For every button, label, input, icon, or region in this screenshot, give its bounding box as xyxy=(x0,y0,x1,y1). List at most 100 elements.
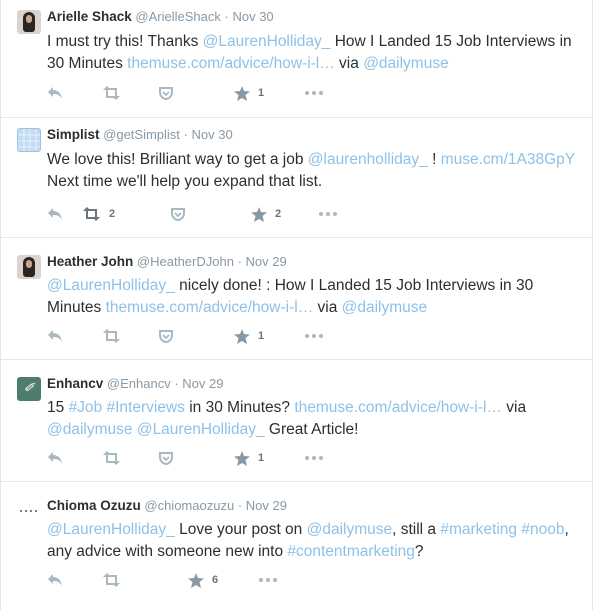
tweet-text-segment: We love this! Brilliant way to get a job xyxy=(47,151,308,168)
favorite-count: 1 xyxy=(258,87,265,99)
tweet-text-segment: via xyxy=(313,299,342,316)
retweet-icon xyxy=(102,86,121,100)
separator: · xyxy=(224,9,229,24)
star-icon xyxy=(251,206,267,222)
mention-link[interactable]: @LaurenHolliday_ xyxy=(137,421,265,438)
retweet-icon xyxy=(102,329,121,343)
tweet-text-segment: ! xyxy=(427,151,441,168)
avatar[interactable] xyxy=(17,255,41,279)
author-name[interactable]: Chioma Ozuzu xyxy=(47,498,141,513)
pocket-button[interactable] xyxy=(159,449,173,467)
retweet-button[interactable] xyxy=(102,449,129,467)
retweet-button[interactable] xyxy=(102,327,129,345)
tweet-text: We love this! Brilliant way to get a job… xyxy=(47,149,580,193)
mention-link[interactable]: @dailymuse xyxy=(342,299,428,316)
tweet-timeline: Arielle Shack @ArielleShack · Nov 30 I m… xyxy=(0,0,593,610)
mention-link[interactable]: @laurenholliday_ xyxy=(308,151,428,168)
tweet-item[interactable]: ✐ Enhancv @Enhancv · Nov 29 15 #Job #Int… xyxy=(1,360,592,482)
retweet-button[interactable]: 2 xyxy=(82,205,115,223)
retweet-button[interactable] xyxy=(102,84,129,102)
more-button[interactable] xyxy=(259,571,277,589)
pocket-icon xyxy=(159,451,173,465)
retweet-icon xyxy=(102,573,121,587)
star-icon xyxy=(188,572,204,588)
author-name[interactable]: Simplist xyxy=(47,127,100,142)
retweet-button[interactable] xyxy=(102,571,129,589)
favorite-count: 6 xyxy=(212,574,219,586)
author-handle[interactable]: @getSimplist xyxy=(103,127,180,142)
more-button[interactable] xyxy=(305,449,323,467)
favorite-count: 1 xyxy=(258,330,265,342)
link-link[interactable]: themuse.com/advice/how-i-l… xyxy=(106,299,314,316)
favorite-button[interactable]: 1 xyxy=(234,327,264,345)
tweet-item[interactable]: Simplist @getSimplist · Nov 30 We love t… xyxy=(1,118,592,238)
author-name[interactable]: Enhancv xyxy=(47,376,103,391)
tweet-header: Arielle Shack @ArielleShack · Nov 30 xyxy=(47,9,274,25)
pocket-icon xyxy=(159,329,173,343)
favorite-button[interactable]: 1 xyxy=(234,449,264,467)
tweet-timestamp[interactable]: Nov 30 xyxy=(192,127,233,142)
favorite-button[interactable]: 1 xyxy=(234,84,264,102)
favorite-button[interactable]: 6 xyxy=(188,571,218,589)
reply-button[interactable] xyxy=(47,84,63,102)
author-handle[interactable]: @ArielleShack xyxy=(135,9,220,24)
reply-button[interactable] xyxy=(47,205,63,223)
favorite-button[interactable]: 2 xyxy=(251,205,281,223)
author-handle[interactable]: @Enhancv xyxy=(107,376,171,391)
avatar[interactable] xyxy=(17,128,41,152)
mention-link[interactable]: @dailymuse xyxy=(47,421,133,438)
avatar[interactable] xyxy=(17,499,41,523)
reply-button[interactable] xyxy=(47,571,63,589)
tweet-header: Heather John @HeatherDJohn · Nov 29 xyxy=(47,254,287,270)
tweet-text-segment: Love your post on xyxy=(174,521,307,538)
avatar[interactable]: ✐ xyxy=(17,377,41,401)
tweet-text-segment: I must try this! Thanks xyxy=(47,33,203,50)
more-icon xyxy=(259,578,277,582)
pocket-button[interactable] xyxy=(159,84,173,102)
tweet-item[interactable]: Chioma Ozuzu @chiomaozuzu · Nov 29 @Laur… xyxy=(1,482,592,610)
tweet-timestamp[interactable]: Nov 29 xyxy=(246,498,287,513)
reply-button[interactable] xyxy=(47,327,63,345)
more-icon xyxy=(319,212,337,216)
tweet-header: Enhancv @Enhancv · Nov 29 xyxy=(47,376,224,392)
tweet-item[interactable]: Arielle Shack @ArielleShack · Nov 30 I m… xyxy=(1,0,592,118)
mention-link[interactable]: @dailymuse xyxy=(307,521,393,538)
hashtag-link[interactable]: #Job xyxy=(69,399,103,416)
mention-link[interactable]: @LaurenHolliday_ xyxy=(47,277,175,294)
link-link[interactable]: muse.cm/1A38GpY xyxy=(441,151,575,168)
pocket-button[interactable] xyxy=(159,327,173,345)
tweet-text: 15 #Job #Interviews in 30 Minutes? themu… xyxy=(47,397,580,441)
tweet-text-segment: via xyxy=(501,399,527,416)
star-icon xyxy=(234,328,250,344)
more-button[interactable] xyxy=(305,84,323,102)
tweet-item[interactable]: Heather John @HeatherDJohn · Nov 29 @Lau… xyxy=(1,238,592,360)
author-handle[interactable]: @HeatherDJohn xyxy=(137,254,234,269)
hashtag-link[interactable]: #Interviews xyxy=(107,399,185,416)
tweet-text-segment: 15 xyxy=(47,399,69,416)
tweet-timestamp[interactable]: Nov 30 xyxy=(232,9,273,24)
tweet-timestamp[interactable]: Nov 29 xyxy=(182,376,223,391)
hashtag-link[interactable]: #noob xyxy=(521,521,564,538)
more-button[interactable] xyxy=(319,205,337,223)
mention-link[interactable]: @LaurenHolliday_ xyxy=(203,33,331,50)
tweet-timestamp[interactable]: Nov 29 xyxy=(246,254,287,269)
reply-icon xyxy=(47,451,63,465)
link-link[interactable]: themuse.com/advice/how-i-l… xyxy=(127,55,335,72)
reply-icon xyxy=(47,207,63,221)
author-handle[interactable]: @chiomaozuzu xyxy=(144,498,234,513)
pocket-icon xyxy=(159,86,173,100)
retweet-count: 2 xyxy=(109,208,116,220)
author-name[interactable]: Heather John xyxy=(47,254,133,269)
reply-icon xyxy=(47,329,63,343)
pocket-button[interactable] xyxy=(171,205,185,223)
mention-link[interactable]: @dailymuse xyxy=(363,55,449,72)
more-button[interactable] xyxy=(305,327,323,345)
hashtag-link[interactable]: #contentmarketing xyxy=(287,543,415,560)
author-name[interactable]: Arielle Shack xyxy=(47,9,132,24)
reply-button[interactable] xyxy=(47,449,63,467)
mention-link[interactable]: @LaurenHolliday_ xyxy=(47,521,175,538)
hashtag-link[interactable]: #marketing xyxy=(440,521,517,538)
more-icon xyxy=(305,456,323,460)
avatar[interactable] xyxy=(17,10,41,34)
link-link[interactable]: themuse.com/advice/how-i-l… xyxy=(294,399,502,416)
